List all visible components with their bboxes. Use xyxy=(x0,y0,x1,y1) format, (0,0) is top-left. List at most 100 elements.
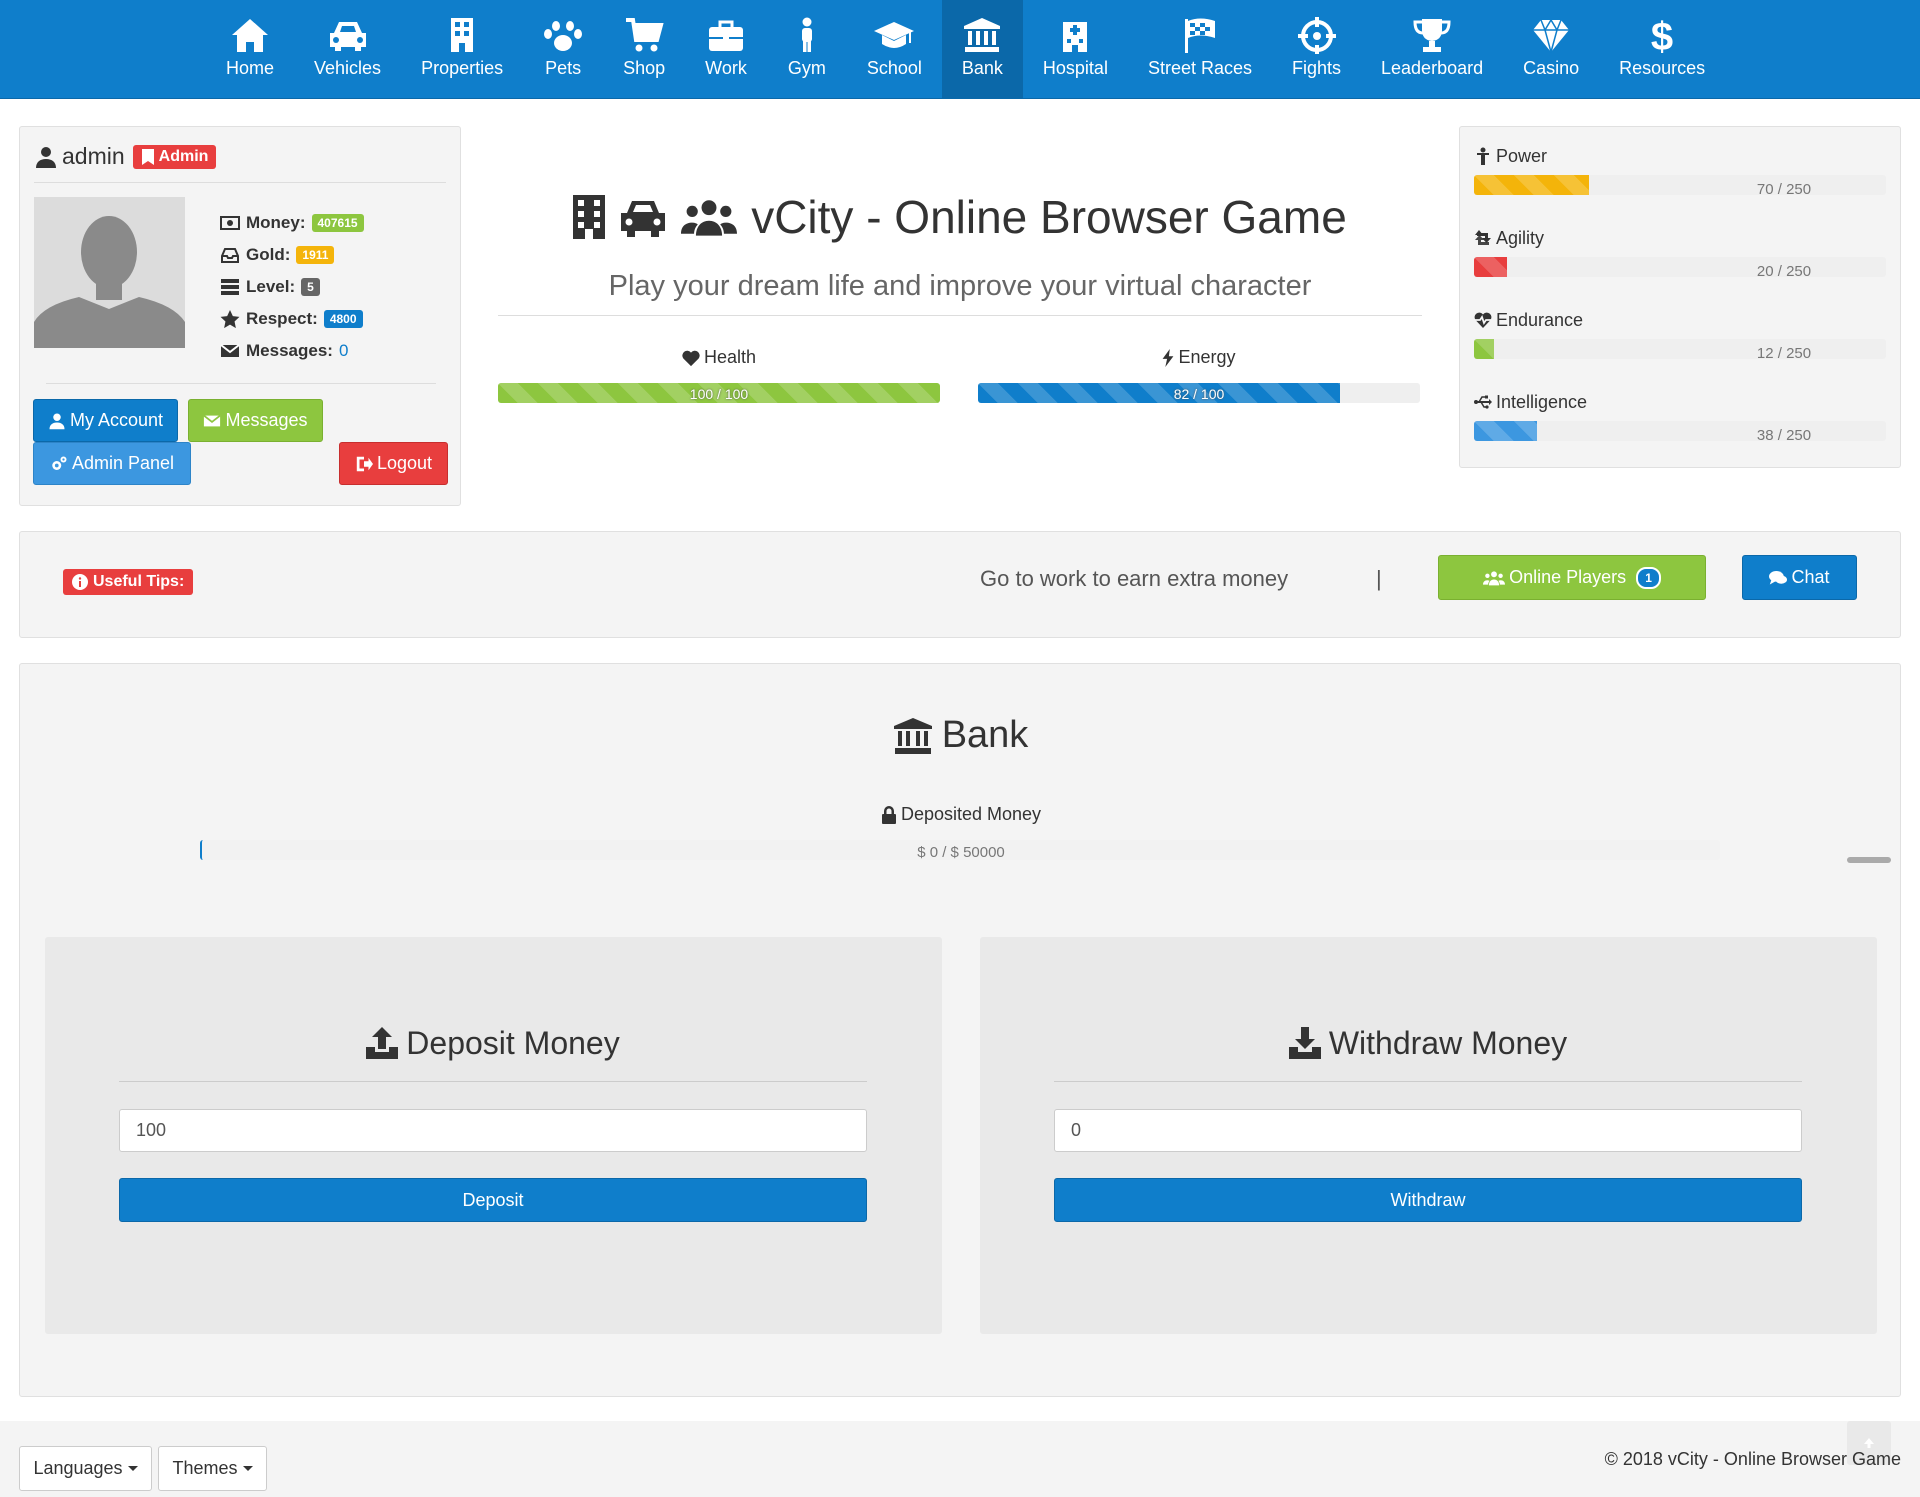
languages-label: Languages xyxy=(33,1458,123,1478)
nav-item-label: Vehicles xyxy=(314,58,382,78)
useful-tips-label: Useful Tips: xyxy=(93,573,185,590)
useful-tips-badge: Useful Tips: xyxy=(63,569,194,595)
stat-agility-label: Agility xyxy=(1496,227,1545,248)
respect-label: Respect: xyxy=(246,309,318,328)
withdraw-amount-input[interactable]: 0 xyxy=(1054,1109,1802,1152)
nav-item-casino[interactable]: Casino xyxy=(1503,0,1599,99)
health-bar: 100 / 100 xyxy=(498,383,940,403)
nav-item-leaderboard[interactable]: Leaderboard xyxy=(1361,0,1503,99)
stat-agility-bar: 20 / 250 xyxy=(1474,257,1886,280)
trophy-icon xyxy=(1413,19,1451,52)
avatar-silhouette-icon xyxy=(34,197,185,348)
nav-item-label: School xyxy=(866,58,922,78)
online-players-label: Online Players xyxy=(1509,567,1627,587)
nav-item-resources[interactable]: $ Resources xyxy=(1599,0,1725,99)
nav-item-label: Hospital xyxy=(1042,58,1108,78)
stat-agility-label-row: Agility xyxy=(1474,227,1886,249)
messages-button[interactable]: Messages xyxy=(188,399,323,442)
nav-item-label: Home xyxy=(226,58,275,78)
usb-icon xyxy=(1474,395,1492,409)
money-value: 407615 xyxy=(311,214,364,232)
level-row: Level: 5 xyxy=(220,271,364,303)
upload-icon xyxy=(366,1027,399,1059)
nav-menu: Home Vehicles Properties Pets Shop Work Gym Sch… xyxy=(206,0,1725,99)
themes-dropdown[interactable]: Themes xyxy=(158,1446,267,1491)
stat-agility-value: 20 / 250 xyxy=(1756,263,1812,280)
themes-label: Themes xyxy=(172,1458,238,1478)
inbox-icon xyxy=(221,248,239,263)
hospital-icon xyxy=(1063,22,1088,52)
health-label: Health xyxy=(703,347,757,367)
bolt-icon xyxy=(1163,348,1174,367)
level-value: 5 xyxy=(301,278,320,296)
gold-row: Gold: 1911 xyxy=(220,239,364,271)
gold-value: 1911 xyxy=(296,246,335,264)
chat-button[interactable]: Chat xyxy=(1742,555,1857,600)
nav-item-shop[interactable]: Shop xyxy=(603,0,685,99)
tips-separator: | xyxy=(1376,566,1382,591)
lock-icon xyxy=(881,805,896,824)
nav-item-gym[interactable]: Gym xyxy=(767,0,847,99)
stat-agility: Agility 20 / 250 xyxy=(1474,227,1886,280)
deposit-amount-input[interactable]: 100 xyxy=(119,1109,867,1152)
admin-panel-button[interactable]: Admin Panel xyxy=(33,442,191,485)
nav-item-properties[interactable]: Properties xyxy=(401,0,523,99)
energy-text: 82 / 100 xyxy=(1173,386,1225,402)
nav-item-work[interactable]: Work xyxy=(685,0,767,99)
money-row: Money: 407615 xyxy=(220,207,364,239)
stat-intelligence-bar: 38 / 250 xyxy=(1474,421,1886,444)
server-icon xyxy=(221,279,239,295)
power-icon xyxy=(1477,147,1489,165)
bank-title-text: Bank xyxy=(941,714,1029,756)
nav-item-bank[interactable]: Bank xyxy=(941,0,1023,99)
dollar-icon: $ xyxy=(1651,16,1673,54)
nav-item-label: Leaderboard xyxy=(1381,58,1484,78)
nav-item-pets[interactable]: Pets xyxy=(523,0,603,99)
money-icon xyxy=(220,216,240,230)
online-players-button[interactable]: Online Players 1 xyxy=(1438,555,1706,600)
energy-bar: 82 / 100 xyxy=(978,383,1420,403)
messages-count[interactable]: 0 xyxy=(339,341,348,361)
stat-intelligence-bar-fill xyxy=(1474,421,1537,441)
arrow-up-icon xyxy=(1864,1438,1874,1448)
scroll-handle[interactable] xyxy=(1847,857,1891,863)
deposited-money-text: Deposited Money xyxy=(900,804,1042,824)
deposit-button[interactable]: Deposit xyxy=(119,1178,867,1222)
deposited-money-value: $ 0 / $ 50000 xyxy=(917,844,1005,861)
sign-out-icon xyxy=(356,456,373,471)
money-label: Money: xyxy=(246,213,306,232)
stats-panel: Power 70 / 250 Agility 20 / 250 Endurance 12 … xyxy=(1459,126,1901,468)
tips-bar: Useful Tips: Go to work to earn extra mo… xyxy=(19,531,1901,638)
nav-item-street-races[interactable]: Street Races xyxy=(1128,0,1272,99)
languages-dropdown[interactable]: Languages xyxy=(19,1446,152,1491)
logout-button[interactable]: Logout xyxy=(339,442,448,485)
stat-endurance-bar: 12 / 250 xyxy=(1474,339,1886,362)
paw-icon xyxy=(544,21,583,51)
nav-item-vehicles[interactable]: Vehicles xyxy=(294,0,401,99)
online-players-count: 1 xyxy=(1636,566,1661,589)
nav-item-fights[interactable]: Fights xyxy=(1272,0,1361,99)
retweet-icon xyxy=(1475,230,1491,245)
my-account-button[interactable]: My Account xyxy=(33,399,178,442)
health-text: 100 / 100 xyxy=(689,386,749,402)
stat-power-bar-fill xyxy=(1474,175,1590,195)
nav-item-school[interactable]: School xyxy=(847,0,942,99)
heart-icon xyxy=(682,350,700,366)
nav-item-hospital[interactable]: Hospital xyxy=(1023,0,1128,99)
level-label: Level: xyxy=(246,277,296,296)
caret-down-icon xyxy=(242,1466,253,1471)
stat-endurance-label: Endurance xyxy=(1496,309,1584,330)
deposited-money-bar: $ 0 / $ 50000 xyxy=(200,840,1720,861)
top-navbar: Home Vehicles Properties Pets Shop Work Gym Sch… xyxy=(0,0,1920,99)
username-row: admin Admin xyxy=(34,143,446,183)
username: admin xyxy=(62,143,125,169)
withdraw-button[interactable]: Withdraw xyxy=(1054,1178,1802,1222)
hero-header: vCity - Online Browser Game Play your dr… xyxy=(498,190,1422,316)
download-icon xyxy=(1288,1027,1321,1059)
nav-item-home[interactable]: Home xyxy=(206,0,294,99)
nav-item-label: Shop xyxy=(623,58,666,78)
nav-item-label: Bank xyxy=(961,58,1003,78)
messages-button-label: Messages xyxy=(225,410,308,430)
info-circle-icon xyxy=(72,574,88,590)
nav-item-label: Street Races xyxy=(1147,58,1252,78)
